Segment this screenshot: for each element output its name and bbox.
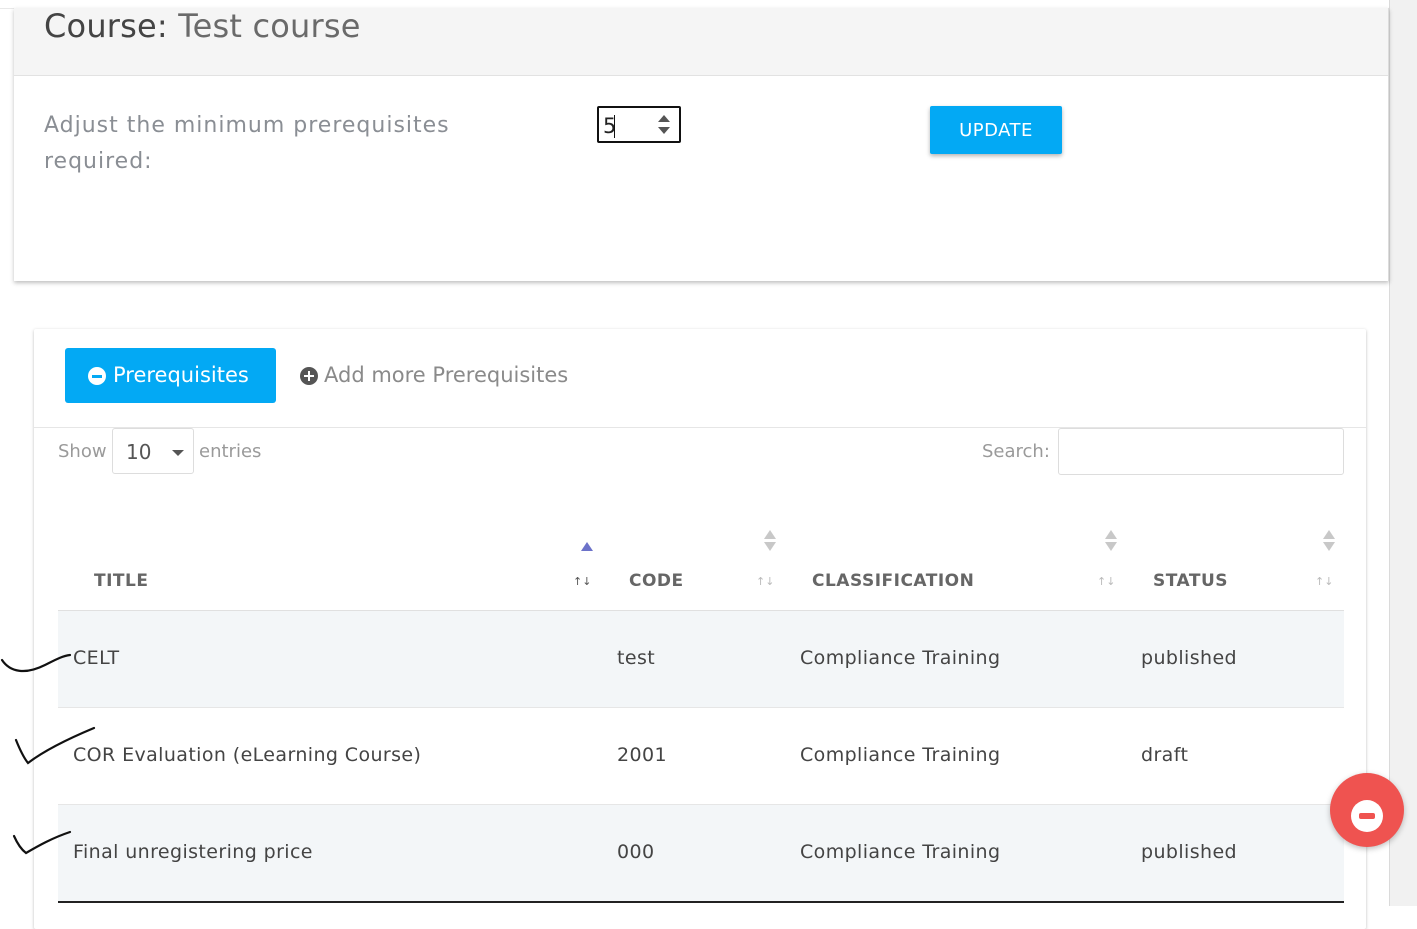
min-prerequisites-label: Adjust the minimum prerequisites require… bbox=[44, 113, 450, 174]
cell-status: draft bbox=[1141, 744, 1189, 766]
course-header: Course: Test course bbox=[14, 8, 1388, 76]
sort-down-icon[interactable] bbox=[1323, 542, 1335, 551]
spin-down-icon[interactable] bbox=[658, 127, 670, 134]
sort-up-icon[interactable] bbox=[764, 530, 776, 539]
number-spinner[interactable] bbox=[655, 113, 673, 137]
cell-status: published bbox=[1141, 841, 1238, 863]
remove-fab-button[interactable] bbox=[1330, 773, 1404, 847]
cell-classification: Compliance Training bbox=[800, 841, 1001, 863]
entries-per-page-select[interactable]: 10 bbox=[112, 428, 194, 474]
course-title-name: Test course bbox=[178, 7, 361, 45]
cell-code: test bbox=[617, 647, 656, 669]
table-row[interactable]: CELT test Compliance Training published bbox=[58, 611, 1344, 708]
cell-title[interactable]: Final unregistering price bbox=[73, 841, 313, 863]
cell-status: published bbox=[1141, 647, 1238, 669]
cell-classification: Compliance Training bbox=[800, 647, 1001, 669]
cell-classification: Compliance Training bbox=[800, 744, 1001, 766]
tab-add-more-label: Add more Prerequisites bbox=[324, 363, 569, 387]
cell-title[interactable]: COR Evaluation (eLearning Course) bbox=[73, 744, 421, 766]
sort-arrows-icon: ↑↓ bbox=[1097, 575, 1116, 588]
minus-circle-icon bbox=[1351, 800, 1383, 832]
tab-prerequisites[interactable]: Prerequisites bbox=[65, 348, 276, 403]
sort-down-icon[interactable] bbox=[764, 542, 776, 551]
table-header: TITLE ↑↓ CODE ↑↓ CLASSIFICATION ↑↓ STATU… bbox=[58, 519, 1344, 611]
sort-up-icon[interactable] bbox=[1105, 530, 1117, 539]
page-title: Course: Test course bbox=[44, 8, 361, 44]
prerequisites-card: Prerequisites Add more Prerequisites Sho… bbox=[34, 329, 1366, 929]
search-label: Search: bbox=[982, 441, 1050, 462]
table-row[interactable]: Final unregistering price 000 Compliance… bbox=[58, 805, 1344, 903]
column-header-title[interactable]: TITLE bbox=[94, 571, 148, 591]
column-header-status[interactable]: STATUS bbox=[1153, 571, 1228, 591]
scrollbar-track[interactable] bbox=[1389, 0, 1417, 906]
plus-circle-icon bbox=[300, 367, 318, 385]
entries-label: entries bbox=[199, 441, 262, 462]
cell-code: 2001 bbox=[617, 744, 667, 766]
scrollbar-edge bbox=[1389, 0, 1390, 906]
cell-code: 000 bbox=[617, 841, 655, 863]
sort-down-icon[interactable] bbox=[1105, 542, 1117, 551]
min-prerequisites-input[interactable]: 5 bbox=[597, 106, 681, 143]
cell-title[interactable]: CELT bbox=[73, 647, 119, 669]
sort-up-icon[interactable] bbox=[1323, 530, 1335, 539]
chevron-down-icon bbox=[172, 450, 184, 456]
sort-arrows-icon: ↑↓ bbox=[756, 575, 775, 588]
show-label: Show bbox=[58, 441, 107, 462]
entries-per-page-value: 10 bbox=[126, 440, 152, 464]
sort-arrows-icon: ↑↓ bbox=[1315, 575, 1334, 588]
course-title-label: Course: bbox=[44, 7, 168, 45]
column-header-classification[interactable]: CLASSIFICATION bbox=[812, 571, 974, 591]
tab-prerequisites-label: Prerequisites bbox=[113, 363, 249, 387]
text-caret bbox=[614, 115, 615, 138]
course-settings-card: Course: Test course Adjust the minimum p… bbox=[14, 8, 1389, 281]
update-button[interactable]: UPDATE bbox=[930, 106, 1062, 154]
sort-arrows-icon: ↑↓ bbox=[573, 575, 592, 588]
spin-up-icon[interactable] bbox=[658, 115, 670, 122]
search-input[interactable] bbox=[1058, 428, 1344, 475]
column-header-code[interactable]: CODE bbox=[629, 571, 684, 591]
table-row[interactable]: COR Evaluation (eLearning Course) 2001 C… bbox=[58, 708, 1344, 805]
minus-circle-icon bbox=[88, 367, 106, 385]
sort-asc-active-icon[interactable] bbox=[581, 542, 593, 551]
tabs-bar: Prerequisites Add more Prerequisites bbox=[34, 329, 1366, 428]
